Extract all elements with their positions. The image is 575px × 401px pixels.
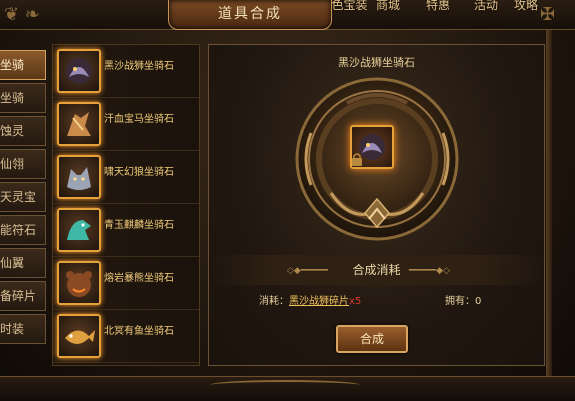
item-name: 青玉麒麟坐骑石 [104, 220, 174, 231]
tab-feather[interactable]: 仙翎 [0, 149, 46, 179]
bottom-ornament-icon [210, 380, 360, 390]
tab-wings[interactable]: 仙翼 [0, 248, 46, 278]
item-name: 熔岩暴熊坐骑石 [104, 273, 174, 284]
tab-mount-2[interactable]: 坐骑 [0, 83, 46, 113]
item-name: 黑沙战狮坐骑石 [104, 61, 174, 72]
tab-rune[interactable]: 能符石 [0, 215, 46, 245]
list-item[interactable]: 黑沙战狮坐骑石 [53, 45, 199, 98]
list-item[interactable]: 青玉麒麟坐骑石 [53, 204, 199, 257]
nav-item-events[interactable]: 活动 [474, 0, 498, 13]
cost-material-link[interactable]: 黑沙战狮碎片 [289, 296, 349, 307]
item-list: 黑沙战狮坐骑石 汗血宝马坐骑石 啸天幻狼坐骑石 青玉麒麟坐骑石 熔岩暴熊坐骑石 [52, 44, 200, 366]
left-ornament-icon: ❦ ❧ [4, 4, 40, 25]
item-name: 啸天幻狼坐骑石 [104, 167, 174, 178]
combine-button[interactable]: 合成 [336, 325, 408, 353]
synthesis-panel: 黑沙战狮坐骑石 ◇◆━━━━━ ━━━━━◆◇ 合成消耗 消耗：黑沙战狮碎片x5… [208, 44, 545, 366]
cost-line: 消耗：黑沙战狮碎片x5 [259, 292, 361, 307]
cost-section-label: 合成消耗 [352, 263, 401, 277]
owned-label: 拥有： [445, 296, 475, 307]
right-rail [546, 30, 552, 376]
owned-value: 0 [475, 296, 482, 307]
bear-mount-icon [57, 261, 101, 305]
lion-mount-icon [57, 49, 101, 93]
nav-item-guide[interactable]: 攻略 [514, 0, 538, 13]
item-name: 汗血宝马坐骑石 [104, 114, 174, 125]
tab-spirit[interactable]: 蚀灵 [0, 116, 46, 146]
nav-item-deals[interactable]: 特惠 [426, 0, 450, 13]
cost-prefix: 消耗： [259, 296, 289, 307]
tab-fragments[interactable]: 备碎片 [0, 281, 46, 311]
list-item[interactable]: 熔岩暴熊坐骑石 [53, 257, 199, 310]
window-title: 道具合成 [168, 0, 332, 30]
game-window: ...色宝装 商城 特惠 活动 攻略 ❦ ❧ ✠ 道具合成 坐骑 坐骑 蚀灵 仙… [0, 0, 575, 401]
category-tabs: 坐骑 坐骑 蚀灵 仙翎 天灵宝 能符石 仙翼 备碎片 时装 [0, 50, 48, 347]
item-name: 北冥有鱼坐骑石 [104, 326, 174, 337]
horse-mount-icon [57, 102, 101, 146]
list-item[interactable]: 啸天幻狼坐骑石 [53, 151, 199, 204]
top-bar: ...色宝装 商城 特惠 活动 攻略 ❦ ❧ ✠ 道具合成 [0, 0, 575, 30]
lock-icon [352, 153, 362, 166]
fish-mount-icon [57, 314, 101, 358]
list-item[interactable]: 北冥有鱼坐骑石 [53, 310, 199, 363]
right-ornament-icon: ✠ [540, 4, 556, 25]
wolf-mount-icon [57, 155, 101, 199]
list-item[interactable]: 汗血宝马坐骑石 [53, 98, 199, 151]
target-item-name: 黑沙战狮坐骑石 [338, 56, 415, 69]
tab-costume[interactable]: 时装 [0, 314, 46, 344]
qilin-mount-icon [57, 208, 101, 252]
tab-treasure[interactable]: 天灵宝 [0, 182, 46, 212]
nav-item-shop[interactable]: 商城 [376, 0, 400, 13]
cost-quantity: x5 [349, 296, 362, 307]
tab-mount[interactable]: 坐骑 [0, 50, 46, 80]
owned-line: 拥有：0 [445, 292, 481, 307]
